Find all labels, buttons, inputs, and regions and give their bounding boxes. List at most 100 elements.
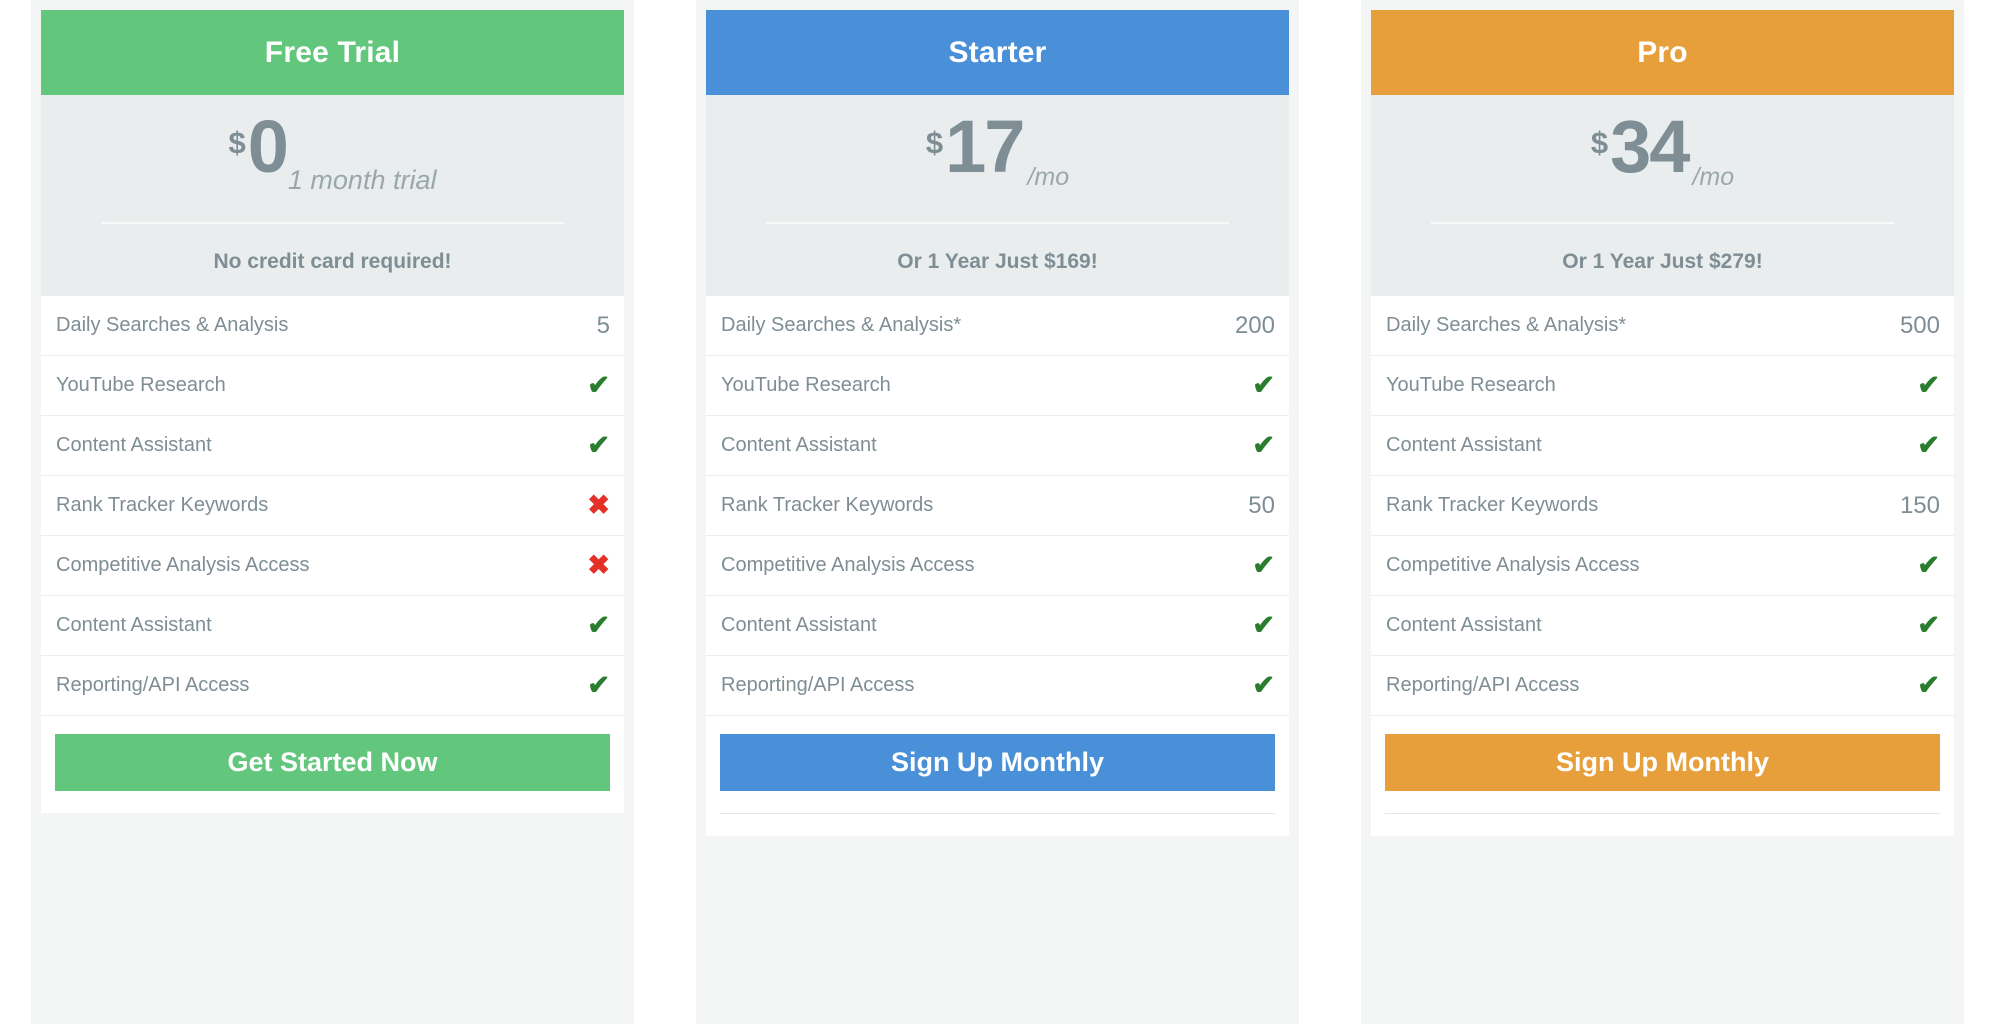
cross-icon: ✖ xyxy=(587,490,610,520)
cta-button-starter[interactable]: Sign Up Monthly xyxy=(720,734,1275,791)
check-icon: ✔ xyxy=(587,610,610,640)
check-icon: ✔ xyxy=(1252,610,1275,640)
check-icon: ✔ xyxy=(587,430,610,460)
plan-card-pro: Pro $34/mo Or 1 Year Just $279! Daily Searc… xyxy=(1361,0,1964,1024)
feature-row: Content Assistant ✔ xyxy=(41,416,624,476)
feature-list: Daily Searches & Analysis 5 YouTube Resear… xyxy=(41,296,624,716)
feature-label: Content Assistant xyxy=(56,434,212,456)
feature-label: Reporting/API Access xyxy=(1386,674,1580,696)
price-line: $34/mo xyxy=(1371,105,1954,208)
feature-label: Content Assistant xyxy=(1386,614,1542,636)
price-note: Or 1 Year Just $169! xyxy=(897,250,1098,273)
price-amount: 34 xyxy=(1610,105,1690,188)
price-note: No credit card required! xyxy=(213,250,452,273)
feature-row: Rank Tracker Keywords 150 xyxy=(1371,476,1954,536)
price-block: $17/mo Or 1 Year Just $169! xyxy=(706,95,1289,296)
cta-button-pro[interactable]: Sign Up Monthly xyxy=(1385,734,1940,791)
feature-label: Daily Searches & Analysis* xyxy=(721,314,962,336)
feature-label: Rank Tracker Keywords xyxy=(56,494,269,516)
price-period: 1 month trial xyxy=(287,165,437,195)
price-divider xyxy=(766,222,1229,224)
feature-row: Rank Tracker Keywords 50 xyxy=(706,476,1289,536)
feature-value: 5 xyxy=(596,311,610,339)
feature-label: YouTube Research xyxy=(721,374,891,396)
plan-header: Free Trial xyxy=(41,10,624,95)
check-icon: ✔ xyxy=(1917,430,1940,460)
price-currency: $ xyxy=(1590,125,1608,160)
feature-row: Competitive Analysis Access ✖ xyxy=(41,536,624,596)
plan-card-starter: Starter $17/mo Or 1 Year Just $169! Daily S… xyxy=(696,0,1299,1024)
pricing-table: Free Trial $0 1 month trial No credit card … xyxy=(0,0,1995,1024)
cta-area: Get Started Now xyxy=(41,716,624,813)
check-icon: ✔ xyxy=(1917,550,1940,580)
cta-button-free-trial[interactable]: Get Started Now xyxy=(55,734,610,791)
feature-list: Daily Searches & Analysis* 200 YouTube Res… xyxy=(706,296,1289,716)
feature-label: YouTube Research xyxy=(1386,374,1556,396)
feature-label: Competitive Analysis Access xyxy=(721,554,975,576)
feature-row: Reporting/API Access ✔ xyxy=(706,656,1289,716)
check-icon: ✔ xyxy=(587,370,610,400)
price-amount: 17 xyxy=(945,105,1025,188)
feature-row: Content Assistant ✔ xyxy=(41,596,624,656)
check-icon: ✔ xyxy=(587,670,610,700)
feature-label: Content Assistant xyxy=(1386,434,1542,456)
feature-row: Daily Searches & Analysis* 200 xyxy=(706,296,1289,356)
check-icon: ✔ xyxy=(1252,370,1275,400)
price-amount: 0 xyxy=(247,105,289,188)
feature-row: Content Assistant ✔ xyxy=(706,596,1289,656)
feature-row: Reporting/API Access ✔ xyxy=(1371,656,1954,716)
feature-row: Competitive Analysis Access ✔ xyxy=(1371,536,1954,596)
feature-label: Competitive Analysis Access xyxy=(1386,554,1640,576)
price-line: $17/mo xyxy=(706,105,1289,208)
check-icon: ✔ xyxy=(1917,370,1940,400)
price-divider xyxy=(101,222,564,224)
price-note: Or 1 Year Just $279! xyxy=(1562,250,1763,273)
cross-icon: ✖ xyxy=(587,550,610,580)
feature-value: 150 xyxy=(1899,491,1940,519)
feature-row: YouTube Research ✔ xyxy=(706,356,1289,416)
price-currency: $ xyxy=(228,125,246,160)
feature-row: Content Assistant ✔ xyxy=(1371,416,1954,476)
feature-label: Content Assistant xyxy=(721,434,877,456)
plan-column: Free Trial $0 1 month trial No credit card … xyxy=(0,0,665,1024)
feature-label: Content Assistant xyxy=(56,614,212,636)
feature-row: Content Assistant ✔ xyxy=(706,416,1289,476)
feature-row: Competitive Analysis Access ✔ xyxy=(706,536,1289,596)
feature-label: Reporting/API Access xyxy=(56,674,250,696)
plan-header: Starter xyxy=(706,10,1289,95)
feature-row: Reporting/API Access ✔ xyxy=(41,656,624,716)
plan-title: Free Trial xyxy=(264,35,401,69)
feature-value: 500 xyxy=(1899,311,1940,339)
feature-label: Daily Searches & Analysis xyxy=(56,314,289,336)
plan-column: Starter $17/mo Or 1 Year Just $169! Daily S… xyxy=(665,0,1330,1024)
plan-title: Starter xyxy=(948,35,1047,69)
feature-row: YouTube Research ✔ xyxy=(1371,356,1954,416)
price-divider xyxy=(1431,222,1894,224)
feature-row: Content Assistant ✔ xyxy=(1371,596,1954,656)
price-period: /mo xyxy=(1692,163,1735,191)
check-icon: ✔ xyxy=(1917,610,1940,640)
check-icon: ✔ xyxy=(1917,670,1940,700)
price-line: $0 1 month trial xyxy=(41,105,624,208)
feature-label: Rank Tracker Keywords xyxy=(1386,494,1599,516)
plan-title: Pro xyxy=(1637,35,1688,69)
cta-area: Sign Up Monthly xyxy=(706,716,1289,836)
price-block: $0 1 month trial No credit card required! xyxy=(41,95,624,296)
check-icon: ✔ xyxy=(1252,670,1275,700)
cta-footer-divider xyxy=(720,813,1275,814)
feature-row: YouTube Research ✔ xyxy=(41,356,624,416)
feature-label: Content Assistant xyxy=(721,614,877,636)
feature-row: Daily Searches & Analysis 5 xyxy=(41,296,624,356)
price-block: $34/mo Or 1 Year Just $279! xyxy=(1371,95,1954,296)
check-icon: ✔ xyxy=(1252,430,1275,460)
cta-area: Sign Up Monthly xyxy=(1371,716,1954,836)
feature-row: Rank Tracker Keywords ✖ xyxy=(41,476,624,536)
feature-label: Rank Tracker Keywords xyxy=(721,494,934,516)
feature-row: Daily Searches & Analysis* 500 xyxy=(1371,296,1954,356)
feature-label: Competitive Analysis Access xyxy=(56,554,310,576)
price-currency: $ xyxy=(925,125,943,160)
feature-list: Daily Searches & Analysis* 500 YouTube Res… xyxy=(1371,296,1954,716)
feature-label: YouTube Research xyxy=(56,374,226,396)
cta-footer-divider xyxy=(1385,813,1940,814)
feature-label: Reporting/API Access xyxy=(721,674,915,696)
